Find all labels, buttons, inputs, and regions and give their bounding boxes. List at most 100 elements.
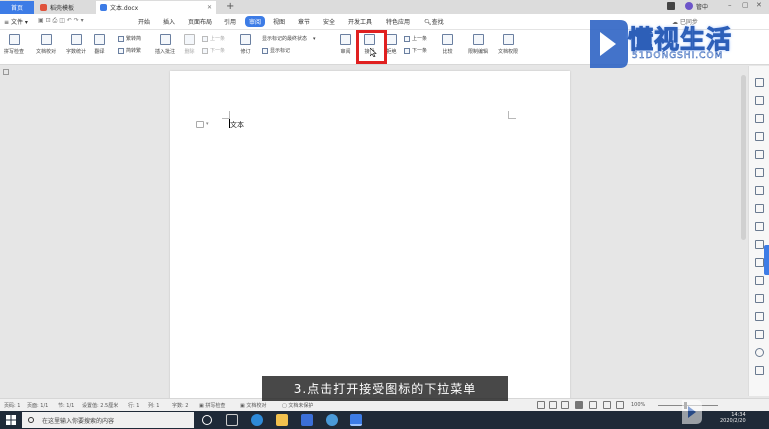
status-page[interactable]: 页面: 1/1 bbox=[27, 402, 48, 409]
status-page-num[interactable]: 页码: 1 bbox=[4, 402, 20, 409]
wps-writer-icon[interactable] bbox=[350, 414, 362, 426]
prev-comment-button[interactable]: 上一条 bbox=[202, 35, 225, 42]
view-write-icon[interactable] bbox=[603, 401, 611, 409]
simp-trad-button[interactable]: 繁转简 bbox=[118, 35, 141, 42]
picture-icon[interactable] bbox=[755, 240, 764, 249]
translate-label: 翻译 bbox=[94, 49, 105, 55]
grid-icon[interactable] bbox=[755, 222, 764, 231]
prev-change-button[interactable]: 上一条 bbox=[404, 35, 427, 42]
select-icon[interactable] bbox=[755, 96, 764, 105]
menu-developer[interactable]: 开发工具 bbox=[348, 17, 372, 26]
doc-proof-button[interactable]: 文档校对 bbox=[36, 34, 56, 55]
status-section[interactable]: 节: 1/1 bbox=[58, 402, 74, 409]
zoom-level[interactable]: 100% bbox=[631, 402, 645, 408]
review-pane-icon bbox=[340, 34, 351, 45]
close-window-icon[interactable]: ✕ bbox=[756, 1, 762, 9]
avatar[interactable] bbox=[685, 2, 693, 10]
vertical-scrollbar[interactable] bbox=[741, 75, 746, 240]
windows-start-icon[interactable] bbox=[6, 415, 16, 425]
view-page-icon[interactable] bbox=[575, 401, 583, 409]
task-view-icon[interactable] bbox=[226, 414, 238, 426]
document-page[interactable]: ▾ 文本 bbox=[170, 71, 570, 401]
taskbar-search-input[interactable]: 在这里输入你要搜索的内容 bbox=[22, 412, 194, 428]
ruler-toggle-icon[interactable] bbox=[3, 69, 9, 75]
shape-icon[interactable] bbox=[755, 132, 764, 141]
delete-comment-button[interactable]: 删除 bbox=[184, 34, 195, 55]
file-explorer-icon[interactable] bbox=[276, 414, 288, 426]
quick-access-toolbar[interactable]: ▣ ⊡ ⎙ ◫ ↶ ↷ ▾ bbox=[38, 17, 84, 25]
next-change-button[interactable]: 下一条 bbox=[404, 47, 427, 54]
maximize-icon[interactable]: ▢ bbox=[742, 1, 749, 9]
spell-check-button[interactable]: 拼写检查 bbox=[4, 34, 24, 55]
menu-home[interactable]: 开始 bbox=[138, 17, 150, 26]
close-tab-icon[interactable]: ✕ bbox=[207, 4, 212, 11]
trad-simp-button[interactable]: 简转繁 bbox=[118, 47, 141, 54]
edge-browser-icon[interactable] bbox=[251, 414, 263, 426]
insert-comment-button[interactable]: 插入批注 bbox=[155, 34, 175, 55]
margin-marker-top-right bbox=[508, 111, 516, 119]
track-changes-button[interactable]: 修订 bbox=[240, 34, 251, 55]
status-setting[interactable]: 设置值: 2.5厘米 bbox=[82, 402, 118, 409]
pen-icon[interactable] bbox=[755, 114, 764, 123]
sidebar-collapse-icon[interactable] bbox=[755, 78, 764, 87]
show-markup-button[interactable]: 显示标记 bbox=[262, 47, 290, 54]
view-read-icon[interactable] bbox=[561, 401, 569, 409]
menu-review[interactable]: 审阅 bbox=[245, 16, 266, 27]
table-icon[interactable] bbox=[755, 168, 764, 177]
view-mode-icon[interactable] bbox=[537, 401, 545, 409]
tab-home[interactable]: 首页 bbox=[0, 1, 34, 14]
backup-icon[interactable] bbox=[755, 276, 764, 285]
next-change-label: 下一条 bbox=[412, 48, 428, 54]
document-text[interactable]: 文本 bbox=[230, 120, 244, 130]
sidebar-tab-handle[interactable] bbox=[764, 245, 769, 275]
view-outline-icon[interactable] bbox=[549, 401, 557, 409]
search-box[interactable]: 🔍︎查找 bbox=[424, 17, 444, 26]
review-pane-button[interactable]: 审阅 bbox=[340, 34, 351, 55]
translate-button[interactable]: 翻译 bbox=[94, 34, 105, 55]
document-icon[interactable] bbox=[755, 312, 764, 321]
file-menu[interactable]: ≡ 文件 ▾ bbox=[4, 17, 28, 26]
share-icon[interactable] bbox=[755, 258, 764, 267]
doc-proof-icon bbox=[40, 34, 52, 45]
menu-references[interactable]: 引用 bbox=[224, 17, 236, 26]
settings-icon[interactable] bbox=[755, 366, 764, 375]
view-focus-icon[interactable] bbox=[616, 401, 624, 409]
menu-features[interactable]: 特色应用 bbox=[386, 17, 410, 26]
tab-document[interactable]: 文本.docx ✕ bbox=[96, 1, 216, 14]
new-tab-icon[interactable]: + bbox=[226, 1, 234, 12]
compare-button[interactable]: 比较 bbox=[442, 34, 453, 55]
panel-icon[interactable] bbox=[667, 2, 675, 10]
menu-layout[interactable]: 页面布局 bbox=[188, 17, 212, 26]
status-protect[interactable]: ▢ 文档未保护 bbox=[282, 402, 313, 409]
menu-section[interactable]: 章节 bbox=[298, 17, 310, 26]
chevron-down-icon[interactable]: ▾ bbox=[206, 121, 209, 127]
stamp-icon[interactable] bbox=[755, 150, 764, 159]
view-web-icon[interactable] bbox=[589, 401, 597, 409]
status-proof[interactable]: ▣ 文档校对 bbox=[240, 402, 266, 409]
menu-view[interactable]: 视图 bbox=[273, 17, 285, 26]
status-spell[interactable]: ▣ 拼写检查 bbox=[199, 402, 225, 409]
location-icon[interactable] bbox=[755, 330, 764, 339]
status-row[interactable]: 行: 1 bbox=[128, 402, 139, 409]
help-icon[interactable] bbox=[755, 348, 764, 357]
next-comment-button[interactable]: 下一条 bbox=[202, 47, 225, 54]
status-proof-label: 文档校对 bbox=[246, 403, 267, 409]
chart-icon[interactable] bbox=[755, 204, 764, 213]
markup-state-select[interactable]: 显示标记的最终状态 ▾ bbox=[262, 35, 316, 43]
tab-template[interactable]: 稻壳模板 bbox=[36, 1, 94, 14]
list-icon[interactable] bbox=[755, 186, 764, 195]
reject-button[interactable]: 拒绝 bbox=[386, 34, 397, 55]
minimize-icon[interactable]: – bbox=[728, 1, 732, 9]
status-chars[interactable]: 字数: 2 bbox=[172, 402, 188, 409]
restrict-edit-button[interactable]: 限制编辑 bbox=[468, 34, 488, 55]
menu-insert[interactable]: 插入 bbox=[163, 17, 175, 26]
status-col[interactable]: 列: 1 bbox=[148, 402, 159, 409]
word-count-button[interactable]: 字数统计 bbox=[66, 34, 86, 55]
doc-rights-button[interactable]: 文档权限 bbox=[498, 34, 518, 55]
paragraph-handle-icon[interactable] bbox=[196, 121, 204, 128]
menu-security[interactable]: 安全 bbox=[323, 17, 335, 26]
browser-icon[interactable] bbox=[326, 414, 338, 426]
mail-icon[interactable] bbox=[755, 294, 764, 303]
cortana-icon[interactable] bbox=[202, 415, 212, 425]
store-icon[interactable] bbox=[301, 414, 313, 426]
